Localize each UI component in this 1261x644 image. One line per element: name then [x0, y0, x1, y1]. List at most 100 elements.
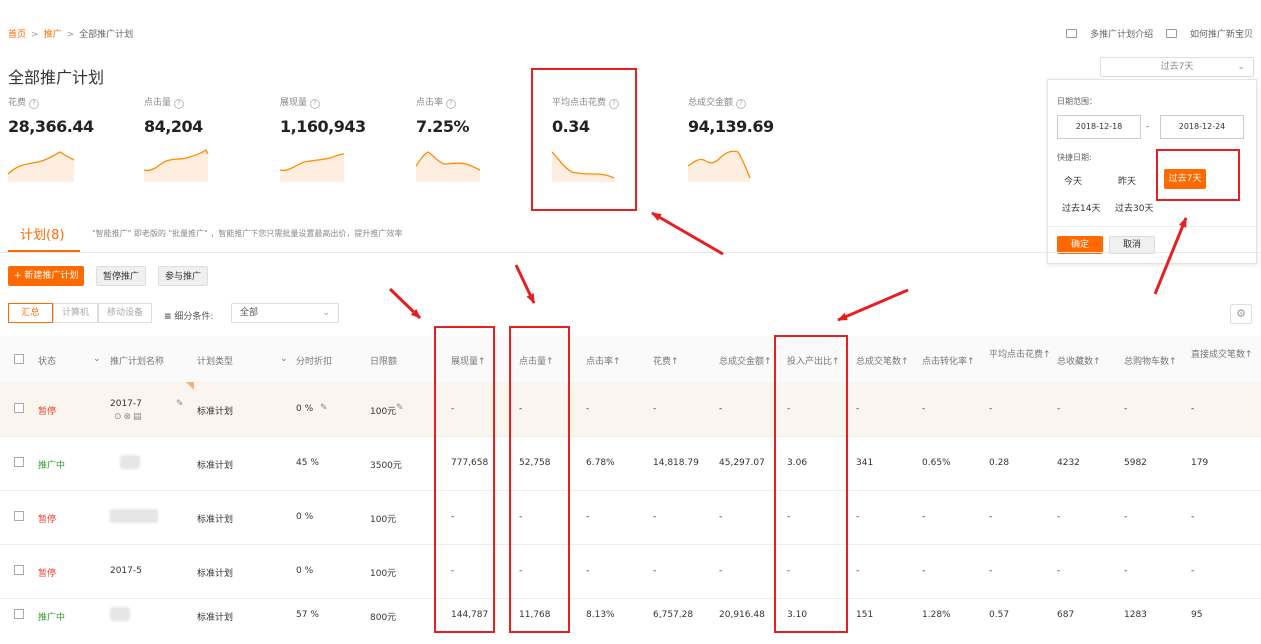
corner-marker [186, 382, 194, 390]
roi: - [787, 512, 791, 522]
col-impressions[interactable]: 展现量↑ [451, 354, 486, 367]
table-row: 暂停 2017-7 ✎ ⊙⊗▤ 标准计划 0 % ✎ 100元 ✎ - - - … [0, 382, 1261, 437]
col-plan-name[interactable]: 推广计划名称 [110, 354, 164, 367]
cost: 14,818.79 [653, 458, 699, 468]
segment-mobile[interactable]: 移动设备 [98, 303, 152, 323]
clicks: - [519, 512, 523, 522]
tab-underline [8, 250, 80, 252]
plan-type: 标准计划 [197, 515, 234, 525]
plan-type: 标准计划 [197, 407, 234, 417]
roi: 3.06 [787, 458, 808, 468]
col-orders[interactable]: 总成交笔数↑ [856, 354, 909, 367]
time-discount: 45 % [296, 458, 319, 468]
col-roi[interactable]: 投入产出比↑ [787, 354, 840, 367]
edit-pencil-icon[interactable]: ✎ [176, 399, 184, 409]
col-direct-orders[interactable]: 直接成交笔数↑ [1191, 349, 1253, 361]
cost: 6,757.28 [653, 610, 694, 620]
help-icon[interactable]: ? [29, 99, 40, 109]
table-header: 状态 ⌄ 推广计划名称 计划类型 ⌄ 分时折扣 日限额 展现量↑ 点击量↑ 点击… [0, 336, 1261, 383]
col-avg-cpc[interactable]: 平均点击花费↑ [989, 349, 1051, 361]
ctr: 8.13% [586, 610, 615, 620]
avg-cpc: - [989, 512, 993, 522]
start-date-input[interactable]: 2018-12-18 [1057, 115, 1141, 139]
tab-description: "智能推广" 即老版的 "批量推广" ，智能推广下您只需批量设置最高出价，提升推… [92, 229, 403, 238]
cart: 1283 [1124, 610, 1147, 620]
quick-yesterday[interactable]: 昨天 [1118, 174, 1136, 187]
sparkline-ctr [416, 151, 481, 182]
help-icon[interactable]: ? [310, 99, 321, 109]
edit-pencil-icon[interactable]: ✎ [320, 403, 328, 413]
intro-link[interactable]: 多推广计划介绍 [1066, 29, 1153, 40]
metric-value: 84,204 [144, 117, 203, 136]
col-cart[interactable]: 总购物车数↑ [1124, 354, 1177, 367]
col-status[interactable]: 状态 [38, 354, 56, 367]
segment-all[interactable]: 汇总 [8, 303, 53, 323]
join-button[interactable]: 参与推广 [158, 266, 209, 286]
row-checkbox[interactable] [14, 609, 24, 619]
cvr: - [922, 404, 926, 414]
col-plan-type[interactable]: 计划类型 [197, 354, 233, 367]
plan-type: 标准计划 [197, 569, 234, 579]
help-icon[interactable]: ? [174, 99, 185, 109]
how-link[interactable]: 如何推广新宝贝 [1165, 29, 1253, 40]
metric-label: 展现量 [280, 98, 308, 108]
date-range-select[interactable]: 过去7天 ⌄ [1100, 57, 1254, 77]
arrow-to-roi [837, 288, 909, 322]
ctr: 6.78% [586, 458, 615, 468]
settings-gear-icon[interactable]: ⚙ [1230, 304, 1252, 324]
breadcrumb-separator: > [66, 30, 75, 40]
plan-name-link[interactable]: 2017-7 [110, 399, 142, 409]
help-icon[interactable]: ? [446, 99, 457, 109]
col-ctr[interactable]: 点击率↑ [586, 354, 621, 367]
col-gmv[interactable]: 总成交金额↑ [719, 354, 772, 367]
clicks: 52,758 [519, 458, 551, 468]
plan-name-redacted[interactable] [110, 509, 158, 523]
col-cvr[interactable]: 点击转化率↑ [922, 354, 975, 367]
status-badge: 推广中 [38, 613, 66, 623]
col-cost[interactable]: 花费↑ [653, 354, 679, 367]
breadcrumb-home[interactable]: 首页 [8, 30, 26, 40]
orders: 151 [856, 610, 874, 620]
edit-pencil-icon[interactable]: ✎ [396, 403, 404, 413]
segment-pc[interactable]: 计算机 [53, 303, 98, 323]
impressions: - [451, 404, 455, 414]
row-checkbox[interactable] [14, 565, 24, 575]
cost: - [653, 512, 657, 522]
help-icon[interactable]: ? [609, 99, 620, 109]
row-checkbox[interactable] [14, 511, 24, 521]
row-checkbox[interactable] [14, 457, 24, 467]
col-clicks[interactable]: 点击量↑ [519, 354, 554, 367]
time-discount: 0 % [296, 512, 314, 522]
metric-label: 花费 [8, 98, 27, 108]
direct-orders: 95 [1191, 610, 1203, 620]
how-link-label: 如何推广新宝贝 [1189, 30, 1253, 40]
pause-button[interactable]: 暂停推广 [96, 266, 147, 286]
metric-label: 总成交金额 [688, 98, 734, 108]
new-plan-button[interactable]: + 新建推广计划 [8, 266, 85, 286]
chevron-down-icon: ⌄ [322, 308, 330, 318]
help-icon[interactable]: ? [736, 99, 747, 109]
cvr: - [922, 566, 926, 576]
select-all-checkbox[interactable] [14, 354, 24, 364]
quick-today[interactable]: 今天 [1064, 174, 1082, 187]
col-favorites[interactable]: 总收藏数↑ [1057, 354, 1101, 367]
tab-plan[interactable]: 计划(8) [20, 224, 64, 243]
cart: - [1124, 404, 1128, 414]
filter-select[interactable]: 全部 ⌄ [231, 303, 339, 323]
col-daily-limit[interactable]: 日限额 [370, 354, 397, 367]
gmv: - [719, 566, 723, 576]
clicks: - [519, 404, 523, 414]
plan-name-redacted[interactable] [110, 607, 130, 621]
quick-last-7-days[interactable]: 过去7天 [1164, 169, 1206, 189]
plan-name-link[interactable]: 2017-5 [110, 566, 142, 576]
plan-name-redacted[interactable] [120, 455, 140, 469]
breadcrumb-promo[interactable]: 推广 [44, 30, 62, 40]
time-discount: 0 % [296, 404, 314, 414]
end-date-input[interactable]: 2018-12-24 [1160, 115, 1244, 139]
row-tool-icons[interactable]: ⊙⊗▤ [114, 412, 144, 422]
col-time-discount[interactable]: 分时折扣 [296, 354, 332, 367]
ctr: - [586, 512, 590, 522]
gmv: 45,297.07 [719, 458, 765, 468]
arrow-to-impressions [388, 287, 422, 320]
row-checkbox[interactable] [14, 403, 24, 413]
